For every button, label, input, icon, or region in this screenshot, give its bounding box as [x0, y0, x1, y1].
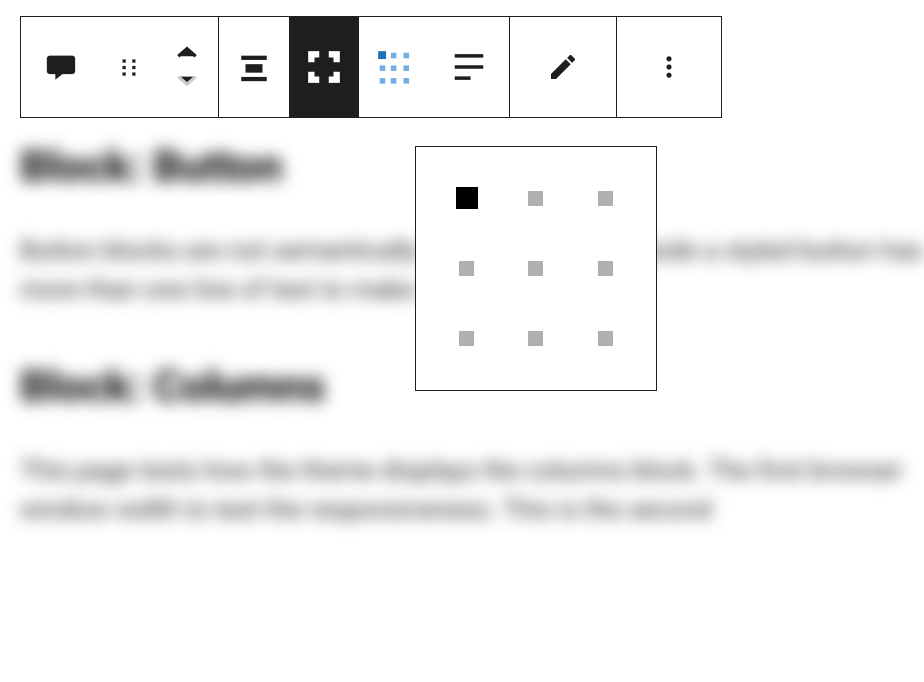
drag-icon — [116, 54, 142, 80]
position-bottom-right[interactable] — [591, 324, 620, 354]
content-position-popup — [415, 146, 657, 391]
position-indicator — [459, 261, 474, 276]
position-indicator — [528, 261, 543, 276]
more-options-button[interactable] — [617, 17, 721, 117]
justify-left-icon — [450, 48, 488, 86]
position-center-right[interactable] — [591, 253, 620, 283]
position-top-left[interactable] — [452, 183, 481, 213]
full-width-button[interactable] — [289, 17, 359, 117]
fullscreen-icon — [305, 48, 343, 86]
position-indicator — [598, 331, 613, 346]
position-bottom-left[interactable] — [452, 324, 481, 354]
position-indicator — [598, 261, 613, 276]
position-indicator — [456, 187, 478, 209]
chevron-up-icon — [174, 45, 200, 61]
toolbar-group-align — [219, 17, 510, 117]
toolbar-group-more — [617, 17, 721, 117]
move-down-button[interactable] — [174, 73, 200, 89]
align-button[interactable] — [219, 17, 289, 117]
edit-button[interactable] — [510, 17, 616, 117]
position-indicator — [598, 191, 613, 206]
pencil-icon — [547, 51, 579, 83]
comment-icon — [44, 50, 78, 84]
position-bottom-center[interactable] — [521, 324, 550, 354]
position-center-left[interactable] — [452, 253, 481, 283]
drag-handle[interactable] — [101, 17, 156, 117]
toolbar-group-block — [21, 17, 219, 117]
content-position-button[interactable] — [359, 17, 429, 117]
more-vertical-icon — [655, 53, 683, 81]
position-center-center[interactable] — [521, 253, 550, 283]
position-top-center[interactable] — [521, 183, 550, 213]
justify-button[interactable] — [429, 17, 509, 117]
position-indicator — [528, 331, 543, 346]
align-center-icon — [237, 50, 271, 84]
block-type-button[interactable] — [21, 17, 101, 117]
toolbar-group-edit — [510, 17, 617, 117]
block-toolbar — [20, 16, 722, 118]
grid-position-icon — [375, 48, 413, 86]
block-movers — [156, 17, 218, 117]
move-up-button[interactable] — [174, 45, 200, 61]
position-indicator — [459, 331, 474, 346]
position-indicator — [528, 191, 543, 206]
content-paragraph: This page tests how the theme displays t… — [20, 452, 924, 530]
position-top-right[interactable] — [591, 183, 620, 213]
chevron-down-icon — [174, 73, 200, 89]
